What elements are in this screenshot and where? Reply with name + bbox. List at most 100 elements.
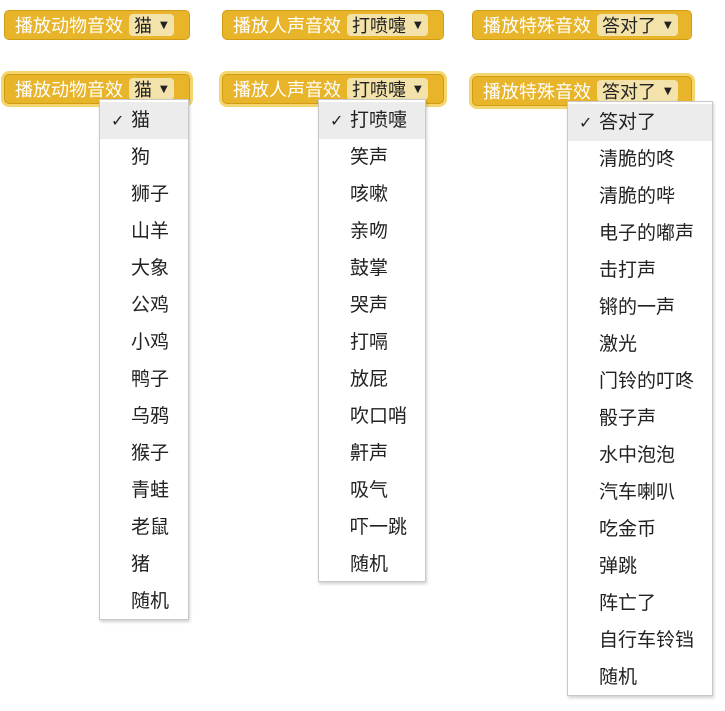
dropdown-arrow-icon: ▼ xyxy=(414,83,422,95)
menu-item[interactable]: 哭声 xyxy=(319,287,425,324)
menu-item-label: 吸气 xyxy=(350,479,389,501)
menu-item[interactable]: 弹跳 xyxy=(568,548,712,585)
play-animal-sound-block[interactable]: 播放动物音效 猫 ▼ xyxy=(4,10,190,40)
menu-item[interactable]: 亲吻 xyxy=(319,213,425,250)
menu-item-label: 狗 xyxy=(131,146,151,168)
menu-item[interactable]: 水中泡泡 xyxy=(568,437,712,474)
menu-item[interactable]: 汽车喇叭 xyxy=(568,474,712,511)
human-sound-dropdown[interactable]: 打喷嚏 ▼ xyxy=(347,78,428,101)
menu-item[interactable]: 鼓掌 xyxy=(319,250,425,287)
menu-item-label: 吓一跳 xyxy=(350,516,408,538)
menu-item[interactable]: 咳嗽 xyxy=(319,176,425,213)
menu-item-label: 清脆的哔 xyxy=(599,185,676,207)
menu-item[interactable]: 狗 xyxy=(100,139,188,176)
menu-item[interactable]: 吹口哨 xyxy=(319,398,425,435)
checkmark-icon: ✓ xyxy=(330,111,344,130)
menu-item[interactable]: 青蛙 xyxy=(100,472,188,509)
dropdown-arrow-icon: ▼ xyxy=(664,19,672,31)
menu-item[interactable]: 狮子 xyxy=(100,176,188,213)
menu-item[interactable]: 电子的嘟声 xyxy=(568,215,712,252)
menu-item[interactable]: 吃金币 xyxy=(568,511,712,548)
menu-item[interactable]: 击打声 xyxy=(568,252,712,289)
menu-item[interactable]: 鸭子 xyxy=(100,361,188,398)
menu-item-label: 鼾声 xyxy=(350,442,389,464)
menu-item[interactable]: 门铃的叮咚 xyxy=(568,363,712,400)
menu-item-label: 咳嗽 xyxy=(350,183,389,205)
menu-item-label: 打喷嚏 xyxy=(350,109,408,131)
menu-item[interactable]: 笑声 xyxy=(319,139,425,176)
menu-item[interactable]: 公鸡 xyxy=(100,287,188,324)
menu-item-label: 笑声 xyxy=(350,146,389,168)
animal-sound-dropdown[interactable]: 猫 ▼ xyxy=(129,78,174,101)
dropdown-arrow-icon: ▼ xyxy=(664,85,672,97)
checkmark-icon: ✓ xyxy=(579,113,593,132)
special-sound-menu: ✓ 答对了清脆的咚清脆的哔电子的嘟声击打声锵的一声激光门铃的叮咚骰子声 水中泡泡汽车… xyxy=(567,101,713,696)
menu-item-label: 汽车喇叭 xyxy=(599,481,676,503)
menu-item[interactable]: 山羊 xyxy=(100,213,188,250)
menu-item[interactable]: 猪 xyxy=(100,546,188,583)
animal-sound-menu: ✓ 猫狗狮子 山羊 大象 公鸡 小鸡 鸭子 乌鸦 猴子 青蛙 老鼠猪随机 xyxy=(99,99,189,620)
menu-item-label: 猪 xyxy=(131,553,151,575)
menu-item-label: 鼓掌 xyxy=(350,257,389,279)
menu-item[interactable]: 小鸡 xyxy=(100,324,188,361)
menu-item-label: 锵的一声 xyxy=(599,296,676,318)
menu-item-label: 狮子 xyxy=(131,183,170,205)
dropdown-arrow-icon: ▼ xyxy=(414,19,422,31)
special-sound-dropdown[interactable]: 答对了 ▼ xyxy=(597,14,678,37)
menu-item-label: 击打声 xyxy=(599,259,657,281)
menu-item-label: 亲吻 xyxy=(350,220,389,242)
dropdown-value: 打喷嚏 xyxy=(352,16,406,37)
menu-item-label: 放屁 xyxy=(350,368,389,390)
menu-item[interactable]: 猴子 xyxy=(100,435,188,472)
menu-item-label: 门铃的叮咚 xyxy=(599,370,695,392)
block-label: 播放人声音效 xyxy=(233,16,341,37)
human-sound-menu: ✓ 打喷嚏笑声咳嗽亲吻鼓掌哭声打嗝放屁吹口哨鼾声吸气吓一跳随机 xyxy=(318,99,426,582)
menu-item[interactable]: 随机 xyxy=(568,659,712,696)
menu-item-label: 老鼠 xyxy=(131,516,170,538)
menu-item[interactable]: 锵的一声 xyxy=(568,289,712,326)
menu-item[interactable]: 放屁 xyxy=(319,361,425,398)
menu-item[interactable]: 阵亡了 xyxy=(568,585,712,622)
menu-item-label: 答对了 xyxy=(599,111,657,133)
menu-item[interactable]: ✓ 答对了 xyxy=(568,104,712,141)
checkmark-icon: ✓ xyxy=(111,111,125,130)
menu-item-label: 哭声 xyxy=(350,294,389,316)
animal-sound-dropdown[interactable]: 猫 ▼ xyxy=(129,14,174,37)
menu-item[interactable]: ✓ 猫 xyxy=(100,102,188,139)
play-human-sound-block[interactable]: 播放人声音效 打喷嚏 ▼ xyxy=(222,10,444,40)
menu-item[interactable]: 激光 xyxy=(568,326,712,363)
menu-item[interactable]: 吓一跳 xyxy=(319,509,425,546)
stage: 播放动物音效 猫 ▼ 播放人声音效 打喷嚏 ▼ 播放特殊音效 答对了 ▼ 播放动… xyxy=(0,0,725,711)
menu-item-label: 阵亡了 xyxy=(599,592,657,614)
menu-item-label: 鸭子 xyxy=(131,368,170,390)
play-special-sound-block[interactable]: 播放特殊音效 答对了 ▼ xyxy=(472,10,692,40)
menu-item[interactable]: 随机 xyxy=(319,546,425,583)
menu-item[interactable]: ✓ 打喷嚏 xyxy=(319,102,425,139)
dropdown-arrow-icon: ▼ xyxy=(160,83,168,95)
menu-item[interactable]: 自行车铃铛 xyxy=(568,622,712,659)
menu-item[interactable]: 清脆的哔 xyxy=(568,178,712,215)
menu-item[interactable]: 乌鸦 xyxy=(100,398,188,435)
dropdown-arrow-icon: ▼ xyxy=(160,19,168,31)
menu-item[interactable]: 大象 xyxy=(100,250,188,287)
menu-item[interactable]: 打嗝 xyxy=(319,324,425,361)
menu-item-label: 清脆的咚 xyxy=(599,148,676,170)
menu-item-label: 大象 xyxy=(131,257,170,279)
menu-item[interactable]: 清脆的咚 xyxy=(568,141,712,178)
menu-item[interactable]: 骰子声 xyxy=(568,400,712,437)
menu-item-label: 激光 xyxy=(599,333,638,355)
menu-item-label: 猴子 xyxy=(131,442,170,464)
menu-item-label: 乌鸦 xyxy=(131,405,170,427)
dropdown-value: 答对了 xyxy=(602,16,656,37)
menu-item-label: 猫 xyxy=(131,109,151,131)
menu-item[interactable]: 鼾声 xyxy=(319,435,425,472)
menu-item[interactable]: 随机 xyxy=(100,583,188,620)
menu-item-label: 随机 xyxy=(131,590,170,612)
menu-item[interactable]: 吸气 xyxy=(319,472,425,509)
menu-item-label: 山羊 xyxy=(131,220,170,242)
special-sound-dropdown[interactable]: 答对了 ▼ xyxy=(597,80,678,103)
menu-item-label: 随机 xyxy=(350,553,389,575)
menu-item-label: 青蛙 xyxy=(131,479,170,501)
human-sound-dropdown[interactable]: 打喷嚏 ▼ xyxy=(347,14,428,37)
menu-item[interactable]: 老鼠 xyxy=(100,509,188,546)
